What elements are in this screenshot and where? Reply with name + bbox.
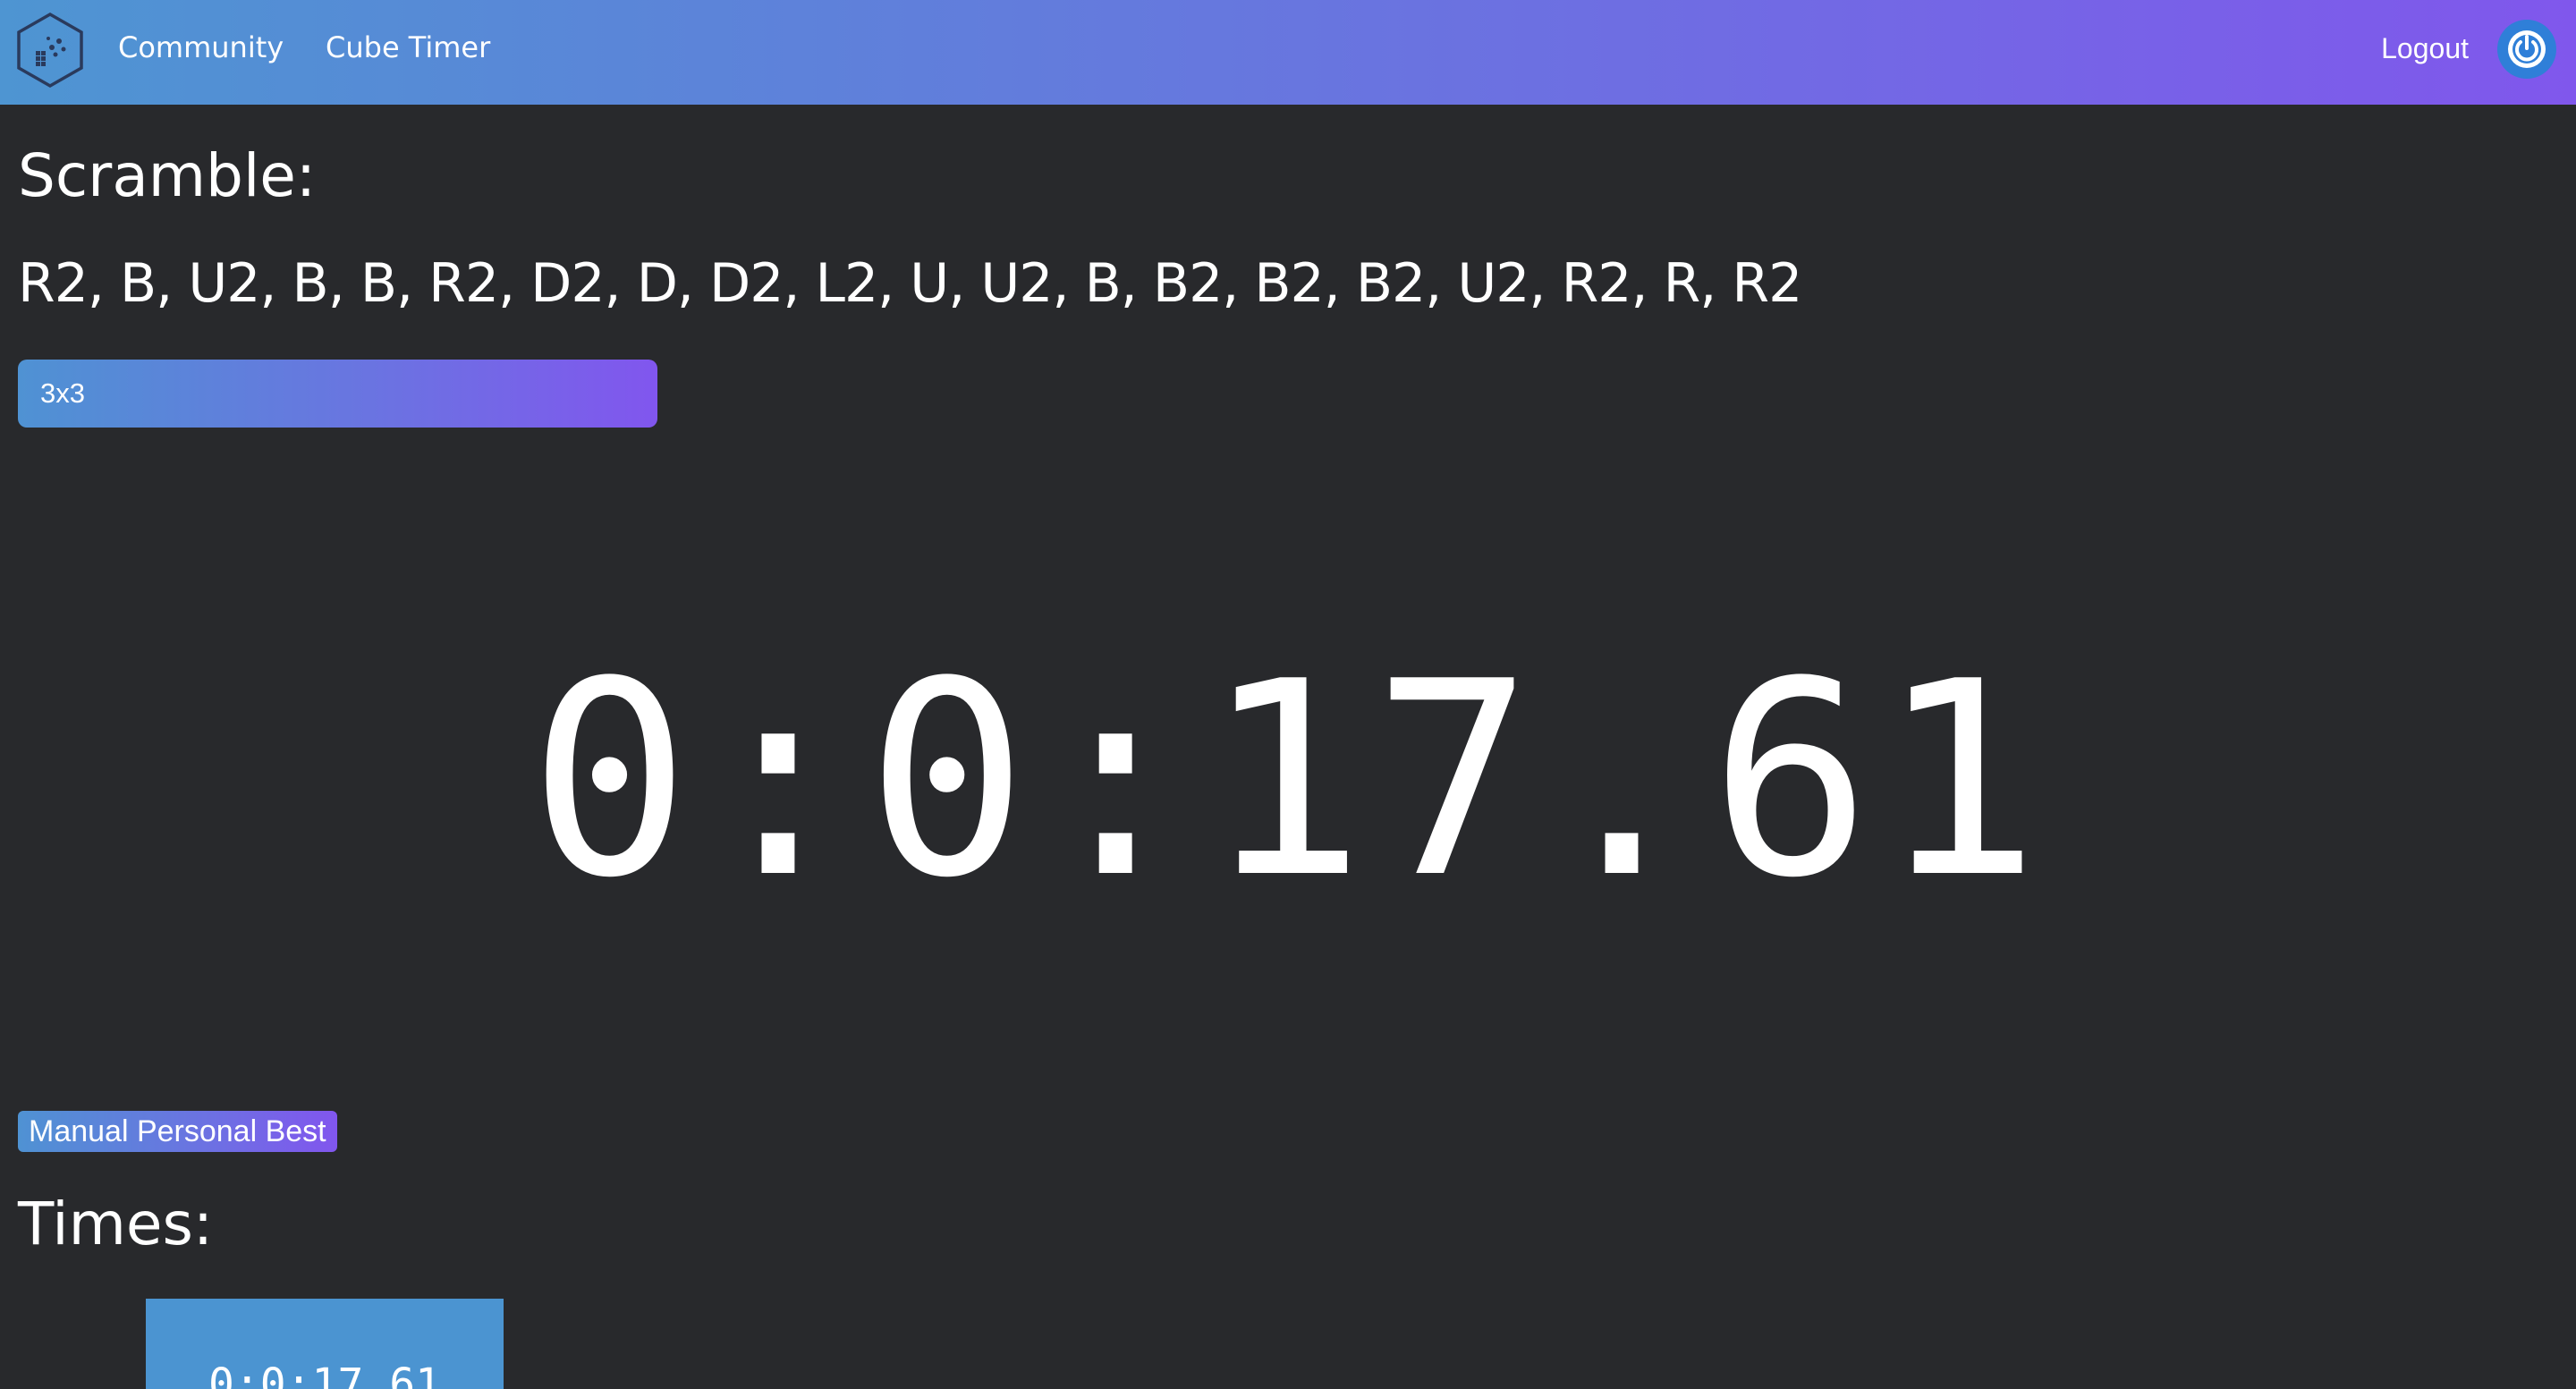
- navbar: Community Cube Timer Logout: [0, 0, 2576, 105]
- timer-display[interactable]: 0:0:17.61: [0, 633, 2576, 928]
- scramble-heading: Scramble:: [18, 141, 317, 210]
- nav-link-community[interactable]: Community: [118, 30, 284, 64]
- times-heading: Times:: [18, 1190, 214, 1258]
- cube-hexagon-logo-icon[interactable]: [16, 12, 84, 89]
- nav-link-cube-timer[interactable]: Cube Timer: [326, 30, 490, 64]
- time-card-value: 0:0:17.61: [208, 1359, 442, 1389]
- puzzle-type-select[interactable]: 3x3: [18, 360, 657, 428]
- power-icon: [2508, 30, 2546, 68]
- time-card[interactable]: 0:0:17.61: [146, 1299, 504, 1389]
- scramble-moves: R2, B, U2, B, B, R2, D2, D, D2, L2, U, U…: [18, 252, 1802, 315]
- power-button[interactable]: [2497, 20, 2556, 79]
- manual-personal-best-button[interactable]: Manual Personal Best: [18, 1111, 337, 1152]
- logout-link[interactable]: Logout: [2381, 32, 2469, 65]
